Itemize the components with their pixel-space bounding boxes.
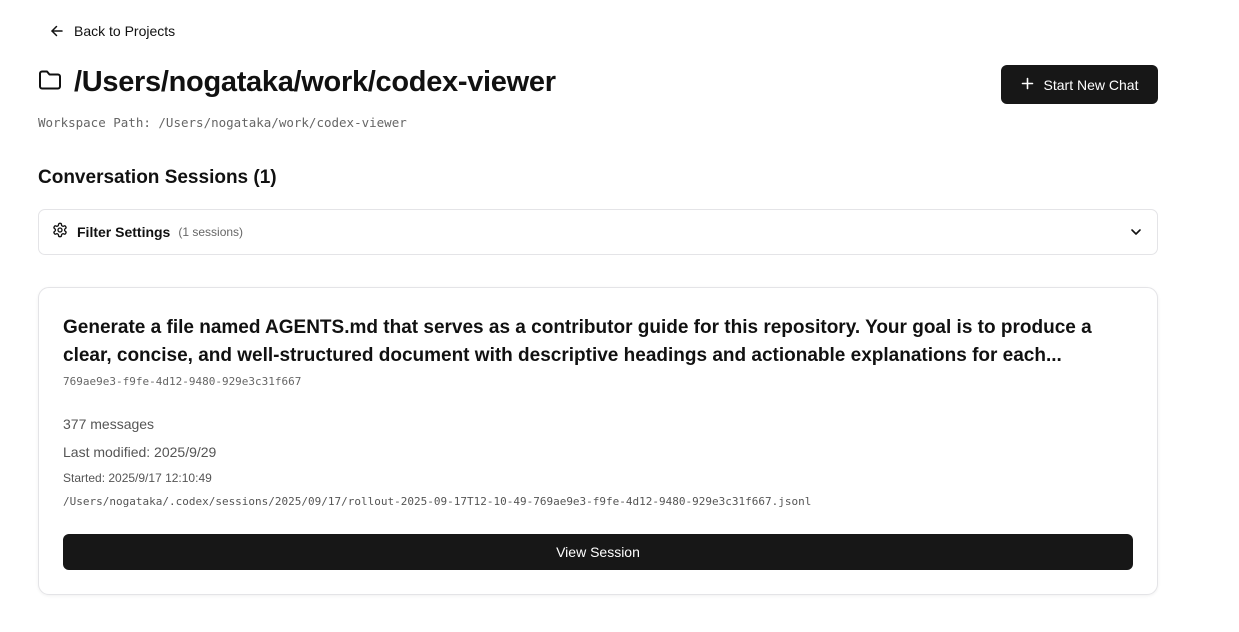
page-title: /Users/nogataka/work/codex-viewer — [74, 66, 556, 98]
arrow-left-icon — [50, 24, 64, 38]
start-new-chat-label: Start New Chat — [1043, 76, 1139, 93]
start-new-chat-button[interactable]: Start New Chat — [1001, 65, 1158, 104]
chevron-down-icon — [1129, 225, 1143, 239]
session-card: Generate a file named AGENTS.md that ser… — [38, 287, 1158, 595]
plus-icon — [1021, 77, 1034, 93]
session-file-path: /Users/nogataka/.codex/sessions/2025/09/… — [63, 495, 812, 508]
gear-icon — [52, 222, 68, 243]
session-message-count: 377 messages — [63, 416, 155, 432]
session-started: Started: 2025/9/17 12:10:49 — [63, 471, 212, 485]
view-session-button[interactable]: View Session — [63, 534, 1133, 570]
folder-icon — [38, 69, 62, 96]
page-header: /Users/nogataka/work/codex-viewer — [38, 66, 556, 99]
back-link-label: Back to Projects — [74, 23, 176, 39]
back-to-projects-link[interactable]: Back to Projects — [50, 20, 175, 42]
session-last-modified: Last modified: 2025/9/29 — [63, 444, 217, 460]
session-id: 769ae9e3-f9fe-4d12-9480-929e3c31f667 — [63, 375, 302, 388]
workspace-path: Workspace Path: /Users/nogataka/work/cod… — [38, 115, 407, 130]
filter-settings-label: Filter Settings — [77, 224, 171, 240]
filter-settings-toggle[interactable]: Filter Settings (1 sessions) — [38, 209, 1158, 255]
session-title: Generate a file named AGENTS.md that ser… — [63, 317, 1092, 366]
sessions-heading: Conversation Sessions (1) — [38, 167, 277, 188]
filter-session-count: (1 sessions) — [178, 225, 244, 239]
